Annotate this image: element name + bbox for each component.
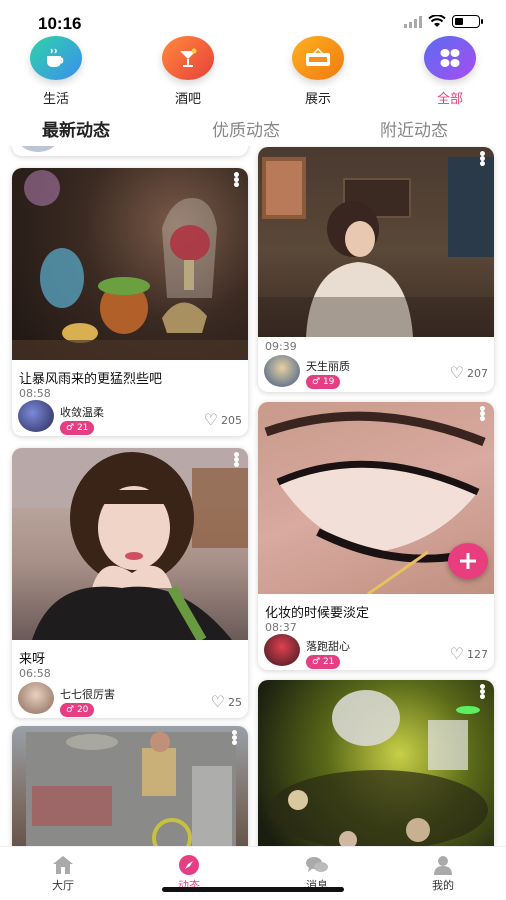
post-card[interactable]: ••• xyxy=(258,680,494,846)
feed-grid: ••• 让暴风雨来的更猛烈些吧 08:58 收敛温柔 ♂ 21 ♡205 •••… xyxy=(0,146,506,846)
like-count: 127 xyxy=(467,647,488,661)
more-options-icon[interactable]: ••• xyxy=(478,148,487,172)
battery-icon xyxy=(452,15,483,28)
tab-quality[interactable]: 优质动态 xyxy=(212,116,280,141)
category-label: 酒吧 xyxy=(174,92,201,107)
chat-bubbles-icon xyxy=(305,855,329,875)
like-button[interactable]: ♡ 127 xyxy=(449,644,488,663)
more-options-icon[interactable]: ••• xyxy=(478,681,487,705)
post-time: 06:58 xyxy=(19,667,51,680)
badge-value: 21 xyxy=(76,423,89,433)
heart-icon: ♡ xyxy=(210,692,225,711)
user-name[interactable]: 收敛温柔 xyxy=(60,404,104,420)
cocktail-glass-icon xyxy=(162,36,214,80)
heart-icon: ♡ xyxy=(449,363,464,382)
badge-value: 19 xyxy=(322,377,335,387)
badge-value: 21 xyxy=(322,657,335,667)
more-options-icon[interactable]: ••• xyxy=(478,403,487,427)
category-all[interactable]: 全部 xyxy=(410,36,490,107)
like-count: 207 xyxy=(467,366,488,380)
nav-label: 大厅 xyxy=(52,879,74,892)
bottom-nav: 大厅 动态 消息 我的 xyxy=(0,846,506,900)
post-time: 08:37 xyxy=(265,621,297,634)
category-label: 展示 xyxy=(304,92,331,107)
home-indicator[interactable] xyxy=(162,887,344,892)
post-title: 让暴风雨来的更猛烈些吧 xyxy=(19,372,163,387)
feed-tabs: 最新动态 优质动态 附近动态 xyxy=(0,116,506,146)
heart-icon: ♡ xyxy=(449,644,464,663)
show-sign-icon xyxy=(292,36,344,80)
category-life[interactable]: 生活 xyxy=(16,36,96,107)
post-card[interactable]: ••• xyxy=(12,726,248,846)
like-count: 25 xyxy=(228,695,242,709)
category-show[interactable]: 展示 xyxy=(278,36,358,107)
post-card[interactable]: • • • 让暴风雨来的更猛烈些吧 08:58 收敛温柔 ♂ 21 ♡ 205 xyxy=(12,168,248,436)
post-card[interactable]: • • • 化妆的时候要淡定 08:37 落跑甜心 ♂ 21 ♡ 127 xyxy=(258,402,494,670)
tab-nearby[interactable]: 附近动态 xyxy=(380,116,448,141)
post-card[interactable]: ••• 来呀 06:58 七七很厉害 ♂ 20 ♡25 xyxy=(12,448,248,718)
more-options-icon[interactable]: ••• xyxy=(232,449,241,473)
post-time: 09:39 xyxy=(265,340,297,353)
post-image[interactable]: ••• xyxy=(12,726,248,846)
nav-profile[interactable]: 我的 xyxy=(408,855,478,893)
avatar[interactable] xyxy=(264,634,300,666)
heart-icon: ♡ xyxy=(203,410,218,429)
user-name[interactable]: 天生丽质 xyxy=(306,358,350,374)
level-badge: ♂ 21 xyxy=(306,655,341,669)
post-image[interactable]: ••• xyxy=(12,448,248,643)
add-post-button[interactable] xyxy=(448,543,488,579)
grid-four-icon xyxy=(424,36,476,80)
like-button[interactable]: ♡ 207 xyxy=(449,363,488,382)
category-label: 全部 xyxy=(436,92,463,107)
like-button[interactable]: ♡ 25 xyxy=(210,692,242,711)
signal-icon xyxy=(404,15,422,28)
wifi-icon xyxy=(428,15,446,27)
home-icon xyxy=(51,855,75,875)
status-time: 10:16 xyxy=(38,14,82,33)
nav-label: 我的 xyxy=(432,879,454,892)
status-icons xyxy=(404,15,483,28)
status-bar: 10:16 xyxy=(0,0,506,40)
category-bar[interactable]: 酒吧 xyxy=(148,36,228,107)
post-card[interactable]: ••• 09:39 天生丽质 ♂ 19 ♡207 xyxy=(258,147,494,392)
person-icon xyxy=(431,855,455,875)
level-badge: ♂ 20 xyxy=(60,703,95,717)
avatar[interactable] xyxy=(18,682,54,714)
nav-hall[interactable]: 大厅 xyxy=(28,855,98,893)
badge-value: 20 xyxy=(76,705,89,715)
post-time: 08:58 xyxy=(19,387,51,400)
category-row: 生活 酒吧 展示 全部 xyxy=(0,36,506,108)
coffee-cup-icon xyxy=(30,36,82,80)
avatar[interactable] xyxy=(264,355,300,387)
more-options-icon[interactable]: ••• xyxy=(232,169,241,193)
user-name[interactable]: 落跑甜心 xyxy=(306,638,350,654)
level-badge: ♂ 19 xyxy=(306,375,341,389)
avatar[interactable] xyxy=(18,400,54,432)
user-name[interactable]: 七七很厉害 xyxy=(60,686,115,702)
post-image[interactable]: ••• xyxy=(12,168,248,360)
compass-icon xyxy=(177,855,201,875)
category-label: 生活 xyxy=(42,92,69,107)
post-card-partial[interactable] xyxy=(12,146,248,156)
tab-latest[interactable]: 最新动态 xyxy=(42,116,110,141)
post-image[interactable]: ••• xyxy=(258,147,494,337)
plus-icon xyxy=(460,553,476,569)
post-title: 来呀 xyxy=(19,652,46,667)
like-button[interactable]: ♡ 205 xyxy=(203,410,242,429)
post-image[interactable]: ••• xyxy=(258,680,494,846)
level-badge: ♂ 21 xyxy=(60,421,95,435)
like-count: 205 xyxy=(221,413,242,427)
more-options-icon[interactable]: ••• xyxy=(230,727,239,751)
post-title: 化妆的时候要淡定 xyxy=(265,606,370,621)
avatar xyxy=(18,146,58,152)
